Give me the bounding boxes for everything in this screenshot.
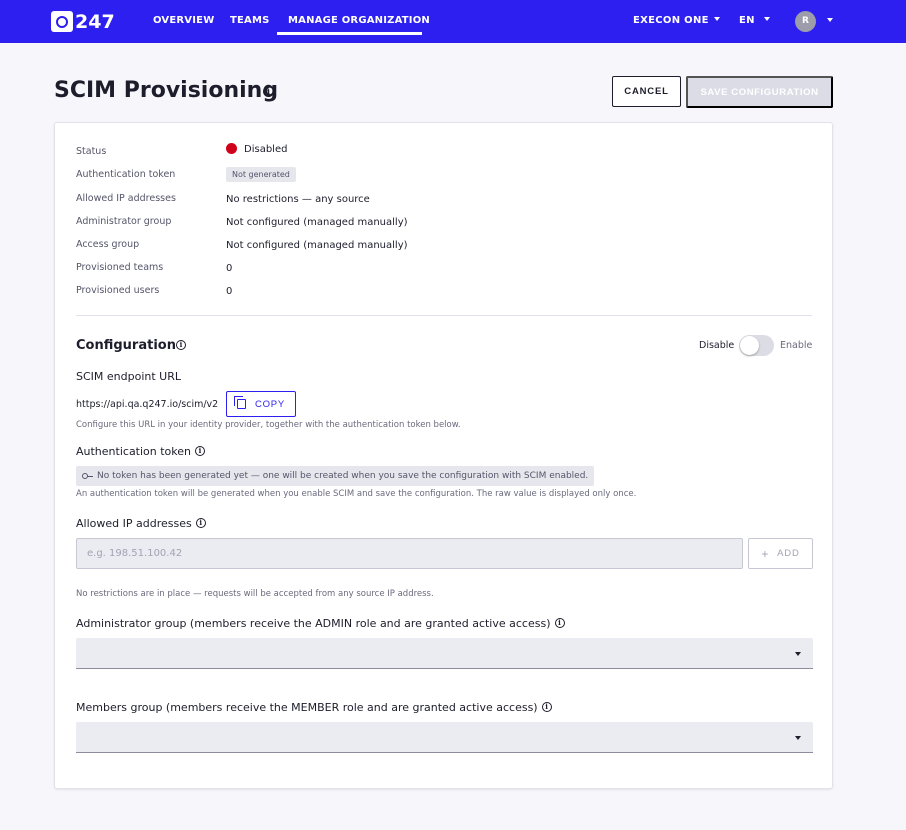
status-value: Disabled	[226, 142, 288, 155]
avatar[interactable]: R	[795, 11, 816, 32]
members-group-select[interactable]	[76, 722, 813, 753]
toggle-disable-label: Disable	[699, 340, 735, 351]
logo-text: 247	[75, 10, 115, 33]
scim-card: Status Disabled Authentication token Not…	[54, 122, 833, 789]
allowed-ip-value: No restrictions — any source	[226, 194, 370, 205]
language-code: EN	[739, 15, 755, 26]
logo-q-icon	[51, 11, 73, 32]
status-text: Disabled	[244, 144, 288, 155]
access-group-label: Access group	[76, 239, 140, 250]
members-group-field-label-text: Members group (members receive the MEMBE…	[76, 701, 538, 714]
scim-enable-toggle[interactable]	[739, 335, 774, 356]
cancel-button[interactable]: CANCEL	[612, 76, 681, 107]
auth-token-value: Not generated	[226, 167, 296, 182]
status-dot-icon	[226, 142, 237, 154]
info-icon[interactable]: i	[541, 702, 552, 712]
org-switcher[interactable]: EXECON ONE	[633, 15, 720, 26]
admin-group-value: Not configured (managed manually)	[226, 217, 408, 228]
info-icon[interactable]: i	[263, 86, 274, 97]
admin-group-label: Administrator group	[76, 216, 172, 227]
access-group-value: Not configured (managed manually)	[226, 240, 408, 251]
toggle-knob	[740, 336, 759, 355]
ip-address-input[interactable]: e.g. 198.51.100.42	[76, 538, 743, 569]
copy-icon	[233, 396, 246, 409]
chevron-down-icon	[763, 17, 770, 21]
admin-group-select[interactable]	[76, 638, 813, 669]
token-notice-text: No token has been generated yet — one wi…	[97, 471, 589, 481]
provisioned-teams-label: Provisioned teams	[76, 262, 164, 273]
token-helper-text: An authentication token will be generate…	[76, 489, 637, 499]
chevron-down-icon	[795, 736, 801, 740]
info-icon[interactable]: i	[176, 340, 186, 350]
auth-token-field-label-text: Authentication token	[76, 445, 192, 458]
members-group-field-label: Members group (members receive the MEMBE…	[76, 701, 552, 714]
admin-group-field-label-text: Administrator group (members receive the…	[76, 617, 551, 630]
plus-icon: +	[761, 546, 770, 561]
auth-token-field-label: Authentication token i	[76, 445, 206, 458]
endpoint-url-label: SCIM endpoint URL	[76, 370, 181, 383]
copy-button[interactable]: COPY	[226, 391, 296, 417]
toggle-enable-label: Enable	[780, 340, 813, 351]
nav-active-indicator	[277, 32, 422, 35]
endpoint-helper-text: Configure this URL in your identity prov…	[76, 420, 461, 430]
endpoint-url-value: https://api.qa.q247.io/scim/v2	[76, 399, 219, 410]
status-badge: Not generated	[226, 167, 296, 182]
info-icon[interactable]: i	[554, 618, 565, 628]
auth-token-label: Authentication token	[76, 169, 176, 180]
divider	[76, 315, 812, 316]
language-switcher[interactable]: EN	[739, 15, 770, 26]
top-nav-bar: 247 OVERVIEW TEAMS MANAGE ORGANIZATION E…	[0, 0, 906, 43]
token-notice: No token has been generated yet — one wi…	[76, 466, 595, 486]
allowed-ip-label: Allowed IP addresses	[76, 193, 176, 204]
info-icon[interactable]: i	[195, 518, 206, 528]
nav-item-overview[interactable]: OVERVIEW	[153, 15, 214, 26]
allowed-ip-field-label-text: Allowed IP addresses	[76, 517, 192, 530]
nav-item-teams[interactable]: TEAMS	[230, 15, 270, 26]
key-icon	[82, 473, 93, 479]
save-configuration-button[interactable]: SAVE CONFIGURATION	[686, 76, 833, 108]
org-name: EXECON ONE	[633, 15, 709, 26]
nav-item-manage-organization[interactable]: MANAGE ORGANIZATION	[288, 15, 430, 26]
add-ip-button[interactable]: + ADD	[748, 538, 813, 569]
configuration-title: Configuration	[76, 338, 176, 353]
chevron-down-icon	[713, 17, 720, 21]
app-logo[interactable]: 247	[51, 10, 115, 33]
page-title: SCIM Provisioning	[54, 78, 279, 103]
add-label: ADD	[777, 548, 800, 559]
chevron-down-icon[interactable]	[827, 18, 833, 22]
status-label: Status	[76, 146, 107, 157]
ip-helper-text: No restrictions are in place — requests …	[76, 589, 434, 599]
chevron-down-icon	[795, 652, 801, 656]
allowed-ip-field-label: Allowed IP addresses i	[76, 517, 206, 530]
provisioned-teams-value: 0	[226, 263, 233, 274]
copy-label: COPY	[254, 398, 286, 410]
provisioned-users-label: Provisioned users	[76, 285, 160, 296]
provisioned-users-value: 0	[226, 286, 233, 297]
info-icon[interactable]: i	[195, 446, 206, 456]
admin-group-field-label: Administrator group (members receive the…	[76, 617, 565, 630]
